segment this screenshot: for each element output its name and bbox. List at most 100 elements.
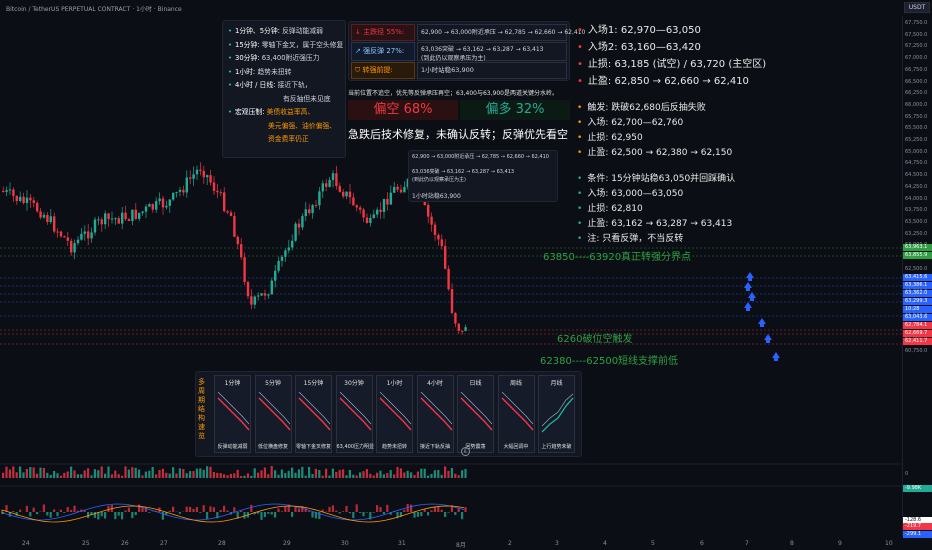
candle-body [437, 234, 440, 240]
volume-bar [352, 474, 355, 478]
scenario-path: 63,036突破 → 63,162 → 63,287 → 63,413 (到此仍… [417, 42, 567, 62]
volume-bar [410, 472, 413, 478]
candle-body [297, 223, 301, 228]
oscillator-bar [331, 505, 334, 512]
card-title: 1分钟 [224, 380, 241, 387]
timeframe-card[interactable]: 5分钟 低位横盘修复 [254, 375, 292, 453]
time-axis[interactable]: 24 25 26 27 28 29 30 31 8月 2 3 4 5 6 7 8 9 10 [0, 536, 902, 550]
candle-body [117, 218, 120, 224]
plan-row: • 止盈: 63,162 → 63,287 → 63,413 [577, 217, 807, 232]
price-axis[interactable]: 67,750.0 67,500.0 67,250.0 67,000.0 66,750.0… [902, 16, 932, 538]
card-band-line [420, 391, 452, 425]
candle-body [12, 189, 15, 196]
price-tick: 66,750.0 [905, 66, 928, 73]
volume-bar [365, 469, 368, 478]
scenario-path: 62,900 → 63,000附近承压 → 62,785 → 62,660 → … [417, 24, 585, 41]
note-key: 15分钟: [235, 40, 260, 49]
card-sparkline [420, 391, 453, 431]
volume-bar [172, 467, 175, 478]
timeframe-notes-panel: • 1分钟、5分钟: 反弹动能减弱 • 15分钟: 零轴下金叉，属于空头修复 • 30分钟… [222, 20, 346, 158]
card-band-line [258, 391, 290, 425]
plan-key: 触发: [587, 103, 609, 113]
price-tag: 63,043.6 [903, 314, 932, 321]
oscillator-bar [250, 504, 253, 512]
note-value: 美债收益率高、 [266, 108, 315, 116]
oscillator-bar [457, 508, 460, 512]
candle-body [90, 232, 93, 239]
plan-value: 62,970—63,050 [620, 25, 701, 36]
timeframe-card[interactable]: 1分钟反弹动能减弱 [214, 375, 251, 453]
timeframe-card[interactable]: 月线 上行趋势未破 [538, 375, 575, 453]
volume-bar [372, 475, 375, 478]
candle-body [104, 213, 107, 225]
candle-body [46, 214, 49, 223]
timeframe-card[interactable]: 15分钟 零轴下金叉修复 [295, 375, 332, 453]
oscillator-bar [178, 512, 181, 514]
volume-bar [444, 466, 447, 478]
timeframe-card[interactable]: 30分钟 63,400压力明显 [335, 375, 374, 453]
recap-line: 63,036突破 → 63,162 → 63,287 → 63,413 [412, 169, 515, 175]
oscillator-bar [328, 506, 331, 512]
candle-body [29, 197, 32, 201]
candle-body [243, 257, 246, 283]
card-caption: 反弹动能减弱 [217, 444, 248, 450]
candle-body [168, 199, 171, 206]
volume-bar [165, 472, 168, 478]
oscillator-bar [189, 506, 192, 512]
volume-bar [236, 469, 239, 478]
currency-selector[interactable]: USDT [904, 2, 930, 13]
oscillator-bar [161, 512, 164, 520]
price-tick: 65,250.0 [905, 137, 928, 143]
scroll-to-realtime-icon[interactable]: ⇩ [461, 447, 470, 456]
timeframe-card[interactable]: 4小时 接近下轨反抽 [416, 375, 454, 453]
volume-bar [39, 467, 42, 478]
plan-bullet: • [577, 133, 583, 143]
volume-bar [182, 469, 185, 478]
candle-body [287, 247, 290, 251]
volume-bar [192, 471, 195, 478]
oscillator-bar [355, 504, 358, 512]
volume-bar [257, 472, 260, 478]
volume-bar [83, 470, 86, 478]
candle-body [216, 190, 219, 193]
candle-body [345, 191, 348, 197]
timeframe-card[interactable]: 1小时 趋势未扭转 [376, 375, 413, 453]
plan-key: 止损: [587, 204, 609, 214]
plan-row: • 止损: 62,810 [577, 202, 807, 217]
candle-body [32, 200, 35, 203]
shield-icon: ⛉ [355, 66, 361, 74]
timeframe-notes-list: • 1分钟、5分钟: 反弹动能减弱 • 15分钟: 零轴下金叉，属于空头修复 • 30分钟… [228, 25, 343, 147]
plan-row: • 注: 只看反弹，不当反转 [577, 232, 807, 247]
candle-body [124, 212, 127, 220]
note-value: 零轴下金叉，属于空头修复 [261, 40, 344, 49]
chart-symbol-title[interactable]: Bitcoin / TetherUS PERPETUAL CONTRACT · … [0, 0, 932, 16]
card-sparkline [460, 391, 493, 431]
volume-bar [250, 475, 253, 478]
timeframe-card[interactable]: 日线 回势震荡 [457, 375, 494, 453]
time-tick: 8 [790, 540, 794, 547]
plan-value: 15分钟站稳63,050并回踩确认 [611, 174, 736, 184]
timeframe-card[interactable]: 周线 大幅回调中 [497, 375, 535, 453]
oscillator-bar [447, 512, 450, 513]
volume-bar [148, 470, 151, 478]
card-trend-line [541, 397, 574, 433]
candle-body [342, 191, 345, 197]
candle-body [80, 233, 83, 240]
candle-body [396, 186, 399, 190]
volume-bar [287, 470, 290, 478]
oscillator-bar [430, 510, 433, 512]
oscillator-bar [437, 506, 440, 512]
scenario-turn: ⛉ 转强前提: [351, 62, 415, 79]
price-tick: 64,500.0 [905, 172, 928, 179]
oscillator-bar [199, 512, 202, 513]
volume-bar [314, 468, 317, 478]
oscillator-bar [413, 512, 416, 518]
price-tag: 62,669.7 [903, 330, 932, 337]
candle-body [185, 177, 188, 193]
candle-body [338, 186, 341, 192]
plan-key: 止盈: [587, 148, 609, 158]
oscillator-bar [168, 510, 171, 512]
scenario-main-drop: ↓ 主跌径 55%: [351, 24, 415, 41]
volume-bar [416, 471, 419, 478]
plan-b-list: • 触发: 跌破62,680后反抽失败 • 入场: 62,700—62,760 • 止损:… [577, 101, 807, 161]
